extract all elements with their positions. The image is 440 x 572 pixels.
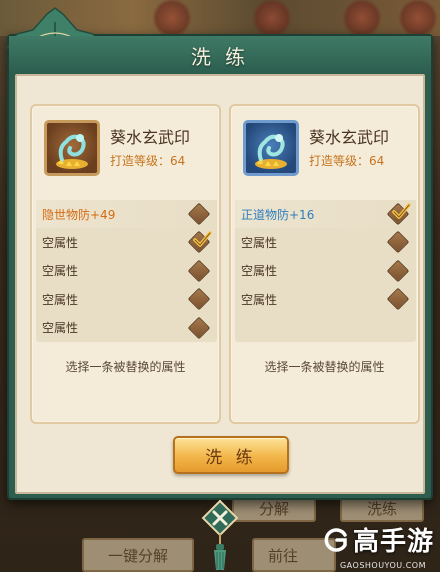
attribute-row[interactable]: 空属性 (36, 314, 217, 342)
attribute-text: 空属性 (241, 264, 278, 279)
watermark: 高手游 (323, 521, 434, 558)
select-diamond-icon[interactable] (386, 259, 410, 283)
item-icon[interactable] (243, 120, 299, 176)
background-tile (250, 0, 294, 36)
background-batch-decompose-button: 一键分解 (82, 538, 194, 572)
attribute-row[interactable]: 隐世物防+49 (36, 200, 217, 229)
close-icon[interactable] (201, 500, 239, 572)
background-tile (150, 0, 194, 36)
attribute-text: 空属性 (42, 292, 79, 307)
dragon-seal-icon (56, 134, 88, 169)
attribute-row[interactable]: 空属性 (36, 228, 217, 256)
attribute-text: 空属性 (241, 236, 278, 251)
dialog-title: 洗 练 (190, 44, 250, 69)
dragon-seal-icon (255, 134, 287, 169)
attribute-row[interactable]: 空属性 (235, 285, 416, 313)
watermark-url: GAOSHOUYOU.COM (339, 561, 426, 570)
item-level: 打造等级：64 (309, 154, 385, 168)
refine-button[interactable]: 洗 练 (173, 436, 289, 474)
dialog-body: 葵水玄武印 打造等级：64 隐世物防+49 空属性 空属性 空属性 空属性 选择… (15, 74, 425, 494)
select-diamond-icon[interactable] (386, 287, 410, 311)
background-tile (396, 0, 440, 36)
attribute-row[interactable]: 空属性 (36, 285, 217, 313)
item-name: 葵水玄武印 (309, 128, 390, 147)
card-hint: 选择一条被替换的属性 (264, 360, 385, 374)
attribute-list: 隐世物防+49 空属性 空属性 空属性 空属性 (36, 200, 217, 342)
attribute-text: 空属性 (241, 292, 278, 307)
attribute-text: 空属性 (42, 264, 79, 279)
attribute-row[interactable]: 空属性 (235, 257, 416, 285)
select-diamond-icon[interactable] (187, 287, 211, 311)
attribute-list: 正道物防+16 空属性 空属性 空属性 (235, 200, 416, 342)
attribute-text: 空属性 (42, 236, 79, 251)
watermark-brand: 高手游 (352, 527, 434, 557)
brand-logo-icon (324, 527, 347, 552)
card-hint: 选择一条被替换的属性 (65, 360, 186, 374)
select-diamond-icon[interactable] (187, 202, 211, 226)
attribute-text: 空属性 (42, 321, 79, 336)
item-name: 葵水玄武印 (110, 128, 191, 147)
checkmark-icon (392, 203, 411, 219)
checkmark-icon (193, 231, 212, 248)
new-item-card: 葵水玄武印 打造等级：64 正道物防+16 空属性 空属性 空属性 选择一条被替… (229, 104, 420, 424)
item-level: 打造等级：64 (110, 154, 186, 168)
attribute-row[interactable]: 空属性 (36, 257, 217, 285)
attribute-row[interactable]: 正道物防+16 (235, 200, 416, 229)
attribute-text: 隐世物防+49 (42, 207, 116, 222)
background-tile (340, 0, 384, 36)
select-diamond-icon[interactable] (187, 259, 211, 283)
dialog-header: 洗 练 (9, 36, 431, 74)
item-icon[interactable] (44, 120, 100, 176)
select-diamond-icon[interactable] (386, 231, 410, 254)
attribute-row[interactable]: 空属性 (235, 228, 416, 256)
select-diamond-icon[interactable] (187, 316, 211, 339)
current-item-card: 葵水玄武印 打造等级：64 隐世物防+49 空属性 空属性 空属性 空属性 选择… (30, 104, 221, 424)
refine-dialog: 洗 练 葵水玄武印 打造等级：64 隐世物防+49 空属性 空属性 空属性 空属… (5, 7, 433, 500)
attribute-text: 正道物防+16 (241, 207, 315, 222)
